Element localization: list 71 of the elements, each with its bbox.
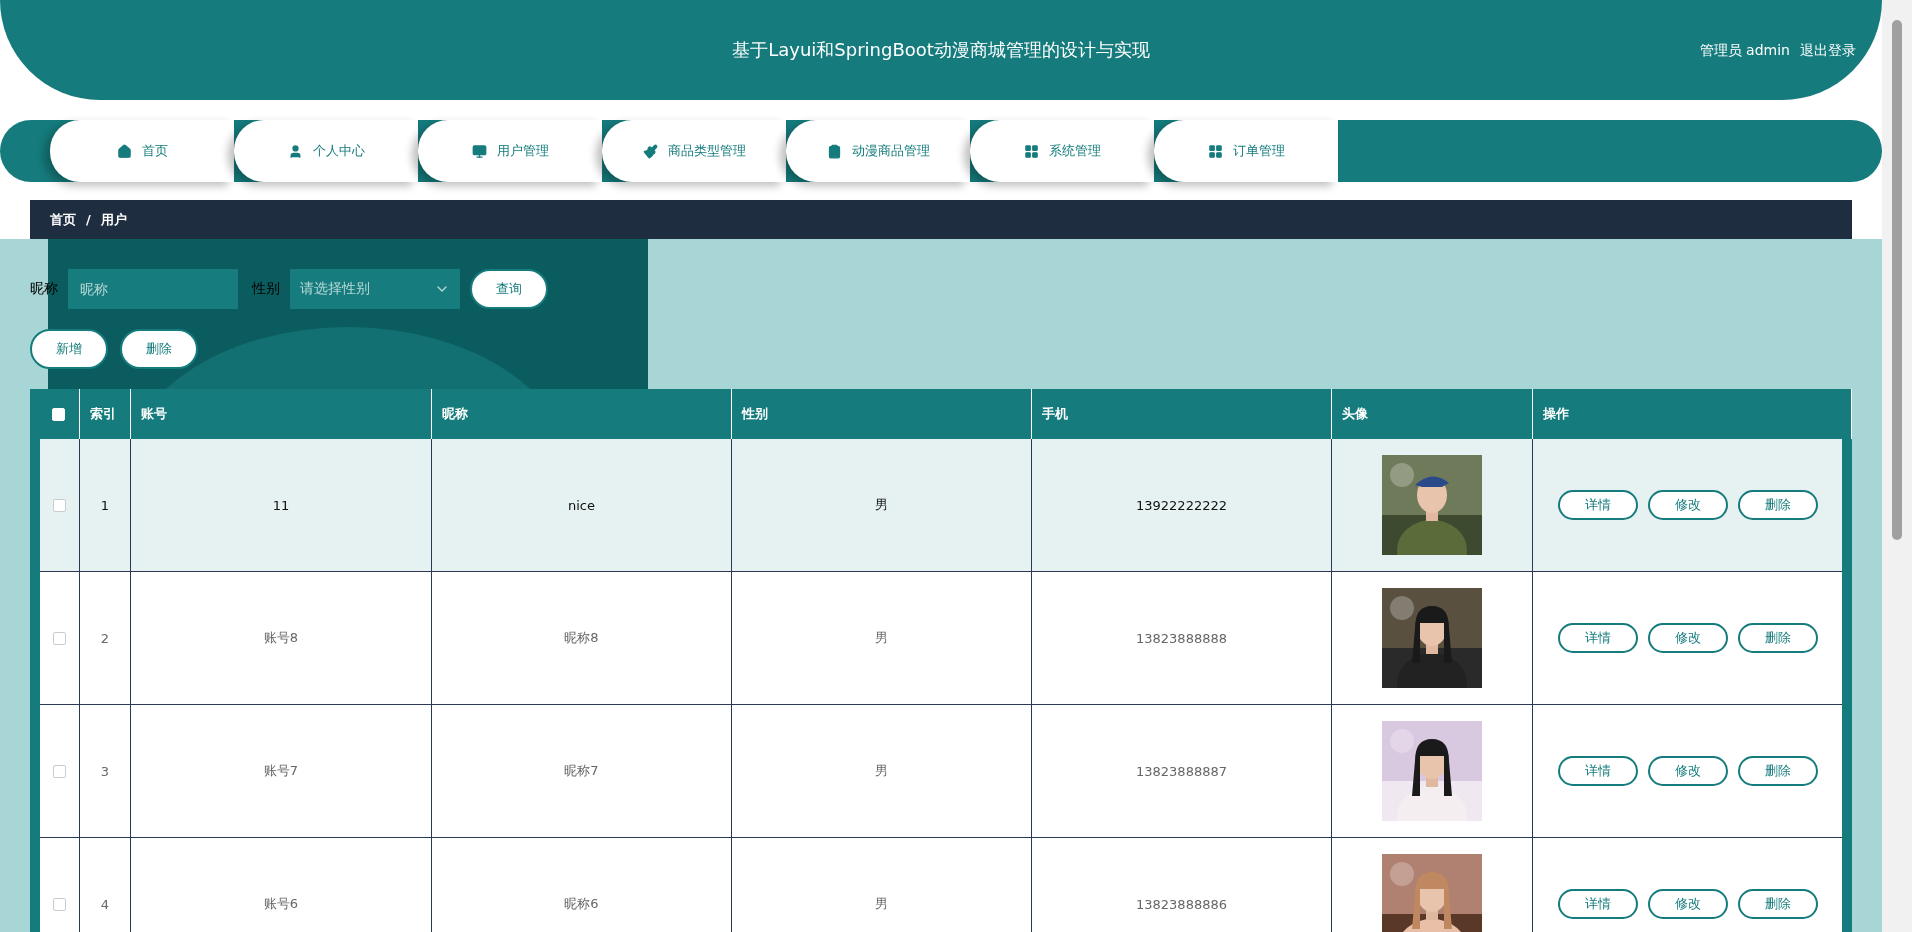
site-title: 基于Layui和SpringBoot动漫商城管理的设计与实现 (732, 38, 1150, 62)
breadcrumb-item[interactable]: 首页 (50, 210, 76, 229)
nav-tab[interactable]: 首页 (50, 120, 234, 182)
row-checkbox[interactable] (53, 498, 66, 512)
action-button[interactable]: 新增 (30, 329, 108, 369)
nickname-field[interactable]: 昵称 (68, 269, 238, 309)
nickname-cell: 昵称7 (564, 762, 599, 780)
nickname-cell: 昵称8 (564, 629, 599, 647)
user-icon (287, 143, 303, 159)
monitor-icon (471, 143, 487, 159)
row-action-button[interactable]: 详情 (1557, 490, 1638, 520)
gender-label: 性别 (252, 280, 280, 298)
phone-cell: 13823888886 (1136, 896, 1227, 912)
breadcrumb-item[interactable]: 用户 (100, 210, 127, 229)
query-button[interactable]: 查询 (470, 269, 548, 309)
nickname-cell: nice (568, 497, 595, 513)
action-button[interactable]: 删除 (120, 329, 198, 369)
row-action-button[interactable]: 删除 (1737, 756, 1818, 786)
account-cell: 11 (272, 497, 290, 513)
row-action-button[interactable]: 删除 (1737, 889, 1818, 919)
gender-cell: 男 (875, 629, 888, 647)
column-header: 手机 (1042, 405, 1068, 423)
column-header: 头像 (1342, 405, 1368, 423)
scrollbar[interactable] (1882, 0, 1912, 932)
row-action-button[interactable]: 修改 (1647, 889, 1728, 919)
gender-cell: 男 (875, 496, 888, 514)
account-cell: 账号7 (263, 762, 299, 780)
nav-tab[interactable]: 订单管理 (1154, 120, 1338, 182)
column-header: 账号 (141, 405, 167, 423)
column-header: 昵称 (442, 405, 468, 423)
row-action-button[interactable]: 详情 (1557, 889, 1638, 919)
grid-icon (1023, 143, 1039, 159)
nav-tab[interactable]: 用户管理 (418, 120, 602, 182)
breadcrumb-separator: / (86, 212, 91, 227)
nav-tab[interactable]: 个人中心 (234, 120, 418, 182)
logout-link[interactable]: 退出登录 (1800, 42, 1856, 60)
row-action-button[interactable]: 详情 (1557, 756, 1638, 786)
select-all-checkbox[interactable] (52, 407, 65, 421)
gender-select[interactable]: 请选择性别 (290, 269, 460, 309)
phone-cell: 13922222222 (1136, 497, 1227, 513)
index-cell: 4 (100, 896, 110, 912)
grid-icon (1207, 143, 1223, 159)
gender-cell: 男 (875, 762, 888, 780)
admin-name: 管理员 admin (1699, 42, 1790, 60)
phone-cell: 13823888887 (1136, 763, 1227, 779)
gender-cell: 男 (875, 895, 888, 913)
brush-icon (642, 143, 658, 159)
index-cell: 2 (100, 630, 110, 646)
column-header: 性别 (742, 405, 768, 423)
clipboard-icon (826, 143, 842, 159)
row-checkbox[interactable] (53, 764, 66, 778)
nav-tab[interactable]: 系统管理 (970, 120, 1154, 182)
index-cell: 1 (100, 497, 110, 513)
home-icon (116, 143, 132, 159)
row-action-button[interactable]: 修改 (1647, 623, 1728, 653)
index-cell: 3 (100, 763, 110, 779)
nickname-cell: 昵称6 (564, 895, 599, 913)
row-action-button[interactable]: 修改 (1647, 490, 1728, 520)
row-checkbox[interactable] (53, 897, 66, 911)
row-action-button[interactable]: 删除 (1737, 623, 1818, 653)
row-action-button[interactable]: 详情 (1557, 623, 1638, 653)
account-cell: 账号6 (263, 895, 299, 913)
phone-cell: 13823888888 (1136, 630, 1227, 646)
nav-tab[interactable]: 动漫商品管理 (786, 120, 970, 182)
account-cell: 账号8 (263, 629, 299, 647)
nav-tab[interactable]: 商品类型管理 (602, 120, 786, 182)
row-action-button[interactable]: 修改 (1647, 756, 1728, 786)
row-checkbox[interactable] (53, 631, 66, 645)
row-action-button[interactable]: 删除 (1737, 490, 1818, 520)
column-header: 操作 (1543, 405, 1569, 423)
column-header: 索引 (90, 405, 116, 423)
